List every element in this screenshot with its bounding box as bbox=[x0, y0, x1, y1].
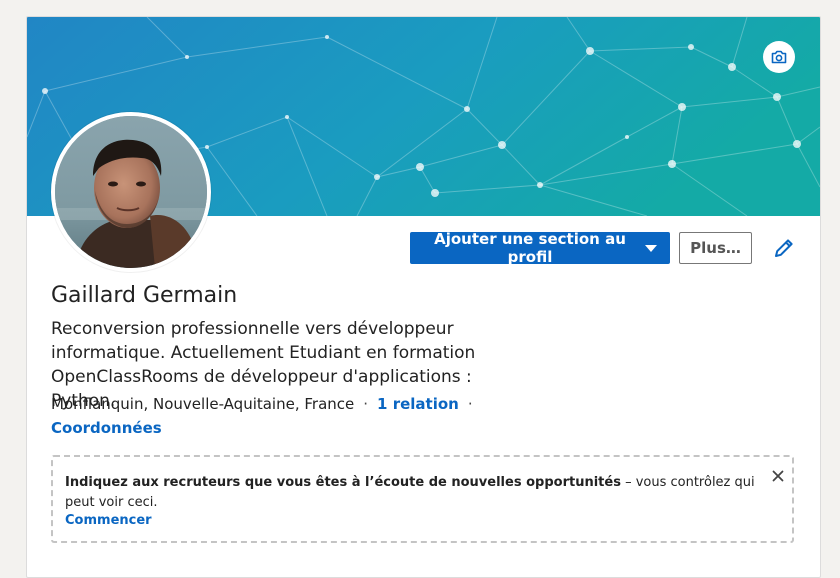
pencil-icon bbox=[775, 239, 793, 257]
caret-down-icon bbox=[645, 244, 657, 252]
add-profile-section-label: Ajouter une section au profil bbox=[434, 230, 626, 266]
open-to-opportunities-card: Indiquez aux recruteurs que vous êtes à … bbox=[51, 455, 794, 543]
separator-dot: · bbox=[467, 395, 473, 413]
opportunities-message-bold: Indiquez aux recruteurs que vous êtes à … bbox=[65, 475, 621, 490]
edit-intro-button[interactable] bbox=[771, 235, 797, 261]
camera-icon bbox=[771, 50, 787, 64]
profile-photo[interactable] bbox=[51, 112, 211, 272]
add-profile-section-button[interactable]: Ajouter une section au profil bbox=[410, 230, 670, 266]
profile-actions: Ajouter une section au profil Plus… bbox=[410, 230, 752, 266]
profile-meta: Monflanquin, Nouvelle-Aquitaine, France … bbox=[51, 395, 482, 413]
profile-name: Gaillard Germain bbox=[51, 283, 238, 308]
contact-info-link[interactable]: Coordonnées bbox=[51, 419, 162, 437]
profile-location: Monflanquin, Nouvelle-Aquitaine, France bbox=[51, 395, 355, 413]
profile-card: Ajouter une section au profil Plus… Gail… bbox=[26, 16, 821, 578]
separator-dot: · bbox=[363, 395, 369, 413]
opportunities-message: Indiquez aux recruteurs que vous êtes à … bbox=[65, 473, 755, 513]
profile-photo-image bbox=[55, 116, 207, 268]
more-button[interactable]: Plus… bbox=[679, 232, 752, 264]
dismiss-opportunities-button[interactable] bbox=[768, 466, 788, 486]
start-opportunities-link[interactable]: Commencer bbox=[65, 513, 152, 528]
relations-link[interactable]: 1 relation bbox=[377, 395, 459, 413]
edit-banner-button[interactable] bbox=[763, 41, 795, 73]
close-icon bbox=[772, 470, 784, 482]
